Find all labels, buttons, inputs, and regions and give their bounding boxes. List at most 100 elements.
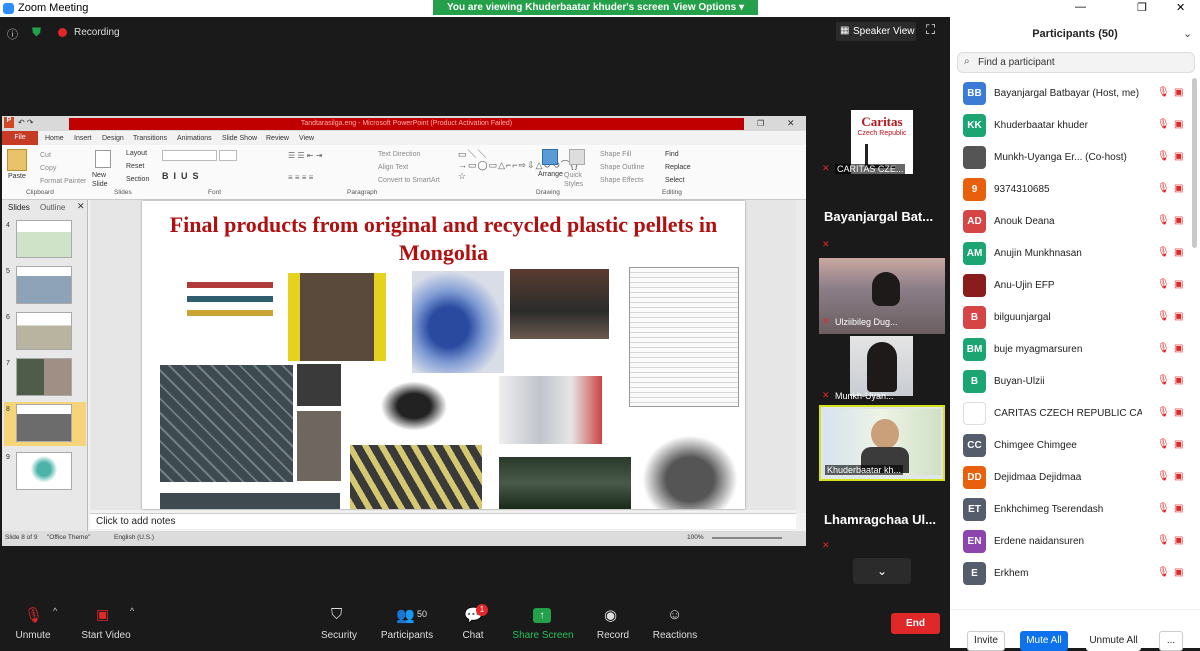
quick-styles-label[interactable]: Quick Styles — [564, 171, 588, 189]
tab-insert[interactable]: Insert — [74, 135, 92, 142]
tab-transitions[interactable]: Transitions — [133, 135, 167, 142]
more-button[interactable]: ... — [1159, 631, 1183, 651]
participants-button[interactable]: Participants — [378, 630, 436, 641]
participant-row[interactable]: AM Anujin Munkhnasan 🎙 ▣ — [950, 238, 1190, 270]
slide-thumbnail-current[interactable] — [16, 404, 72, 442]
video-tile-lhamragchaa[interactable]: Lhamragchaa Ul... ✕ — [819, 488, 945, 564]
paste-label[interactable]: Paste — [8, 173, 26, 180]
slide-thumbnail[interactable] — [16, 452, 72, 490]
audio-options-chevron-icon[interactable]: ^ — [53, 606, 57, 616]
tab-home[interactable]: Home — [45, 135, 64, 142]
participant-row[interactable]: DD Dejidmaa Dejidmaa 🎙 ▣ — [950, 462, 1190, 494]
ppt-close-icon[interactable]: ✕ — [787, 118, 795, 129]
convert-smartart-button[interactable]: Convert to SmartArt — [378, 177, 440, 184]
participant-row[interactable]: Munkh-Uyanga Er... (Co-host) 🎙 ▣ — [950, 142, 1190, 174]
reactions-button[interactable]: Reactions — [650, 630, 700, 641]
outline-pane-tab[interactable]: Outline — [40, 203, 65, 212]
shapes-gallery[interactable]: ▭＼＼→▭◯▭△⌐⌐⇨⇩△↺⟲⌒{}☆ — [458, 149, 578, 182]
undo-icon[interactable]: ↶ ↷ — [18, 118, 34, 127]
security-shield-icon[interactable]: ⛉ — [331, 606, 342, 623]
slide-thumbnail[interactable] — [16, 220, 72, 258]
mic-muted-icon[interactable]: 🎙 — [24, 606, 43, 624]
participant-row[interactable]: EN Erdene naidansuren 🎙 ▣ — [950, 526, 1190, 558]
tab-animations[interactable]: Animations — [177, 135, 212, 142]
participant-row[interactable]: Bbilguunjargal 🎙 ▣ — [950, 302, 1190, 334]
align-icons[interactable]: ≡ ≡ ≡ ≡ — [288, 173, 313, 182]
slide-thumbnail[interactable] — [16, 358, 72, 396]
video-tile-ulziibileg[interactable]: ✕ Ulziibileg Dug... — [819, 258, 945, 334]
copy-button[interactable]: Copy — [40, 165, 56, 172]
participant-row[interactable]: KK Khuderbaatar khuder 🎙 ▣ — [950, 110, 1190, 142]
participant-row[interactable]: B Buyan-Ulzii 🎙 ▣ — [950, 366, 1190, 398]
reactions-icon[interactable]: ☺ — [667, 606, 682, 623]
reset-button[interactable]: Reset — [126, 163, 144, 170]
arrange-icon[interactable] — [542, 149, 558, 165]
view-options-button[interactable]: View Options ▾ — [673, 2, 744, 13]
zoom-slider[interactable] — [712, 537, 782, 539]
shield-icon[interactable]: ⛊ — [32, 25, 41, 40]
participants-icon[interactable]: 👥 — [396, 606, 415, 624]
unmute-all-button[interactable]: Unmute All — [1086, 631, 1141, 651]
slides-pane-tab[interactable]: Slides — [8, 203, 30, 212]
invite-button[interactable]: Invite — [967, 631, 1005, 651]
bullets-icon[interactable]: ☰ ☰ ⇤ ⇥ — [288, 151, 322, 160]
fullscreen-icon[interactable]: ⛶ — [926, 22, 935, 38]
mute-all-button[interactable]: Mute All — [1020, 631, 1068, 651]
notes-pane[interactable]: Click to add notes — [90, 513, 796, 529]
share-screen-button[interactable]: Share Screen — [510, 630, 576, 641]
video-tile-munkh-uyanga[interactable]: ✕ Munkh-Uyan... — [819, 335, 945, 411]
paste-icon[interactable] — [7, 149, 27, 171]
shape-fill-button[interactable]: Shape Fill — [600, 151, 631, 158]
align-text-button[interactable]: Align Text — [378, 164, 408, 171]
tab-design[interactable]: Design — [102, 135, 124, 142]
video-tile-caritas[interactable]: Caritas Czech Republic ✕ CARITAS CZE... — [819, 108, 945, 184]
record-button[interactable]: Record — [594, 630, 632, 641]
cut-button[interactable]: Cut — [40, 152, 51, 159]
font-size-input[interactable] — [219, 150, 237, 161]
new-slide-icon[interactable] — [95, 150, 111, 168]
start-video-button[interactable]: Start Video — [75, 630, 137, 641]
format-painter-button[interactable]: Format Painter — [40, 178, 86, 185]
slide-thumbnail[interactable] — [16, 266, 72, 304]
quick-styles-icon[interactable] — [569, 149, 585, 165]
vertical-scrollbar[interactable] — [796, 200, 806, 513]
video-options-chevron-icon[interactable]: ^ — [130, 606, 134, 616]
unmute-button[interactable]: Unmute — [11, 630, 55, 641]
shape-effects-button[interactable]: Shape Effects — [600, 177, 643, 184]
section-button[interactable]: Section — [126, 176, 149, 183]
pane-close-icon[interactable]: ✕ — [77, 201, 85, 212]
participant-row[interactable]: Anu-Ujin EFP 🎙 ▣ — [950, 270, 1190, 302]
participant-row[interactable]: AD Anouk Deana 🎙 ▣ — [950, 206, 1190, 238]
tab-file[interactable]: File — [2, 131, 38, 145]
share-screen-icon[interactable]: ↑ — [533, 608, 551, 623]
participant-row[interactable]: BB Bayanjargal Batbayar (Host, me) 🎙 ▣ — [950, 78, 1190, 110]
tab-review[interactable]: Review — [266, 135, 289, 142]
video-tile-bayanjargal[interactable]: Bayanjargal Bat... ✕ — [819, 183, 945, 259]
end-meeting-button[interactable]: End — [891, 613, 940, 634]
new-slide-label[interactable]: New Slide — [92, 171, 116, 189]
find-button[interactable]: Find — [665, 151, 679, 158]
speaker-view-button[interactable]: ▦ Speaker View — [836, 22, 916, 41]
text-direction-button[interactable]: Text Direction — [378, 151, 420, 158]
replace-button[interactable]: Replace — [665, 164, 691, 171]
chat-button[interactable]: Chat — [458, 630, 488, 641]
panel-scrollbar[interactable] — [1192, 78, 1197, 248]
layout-button[interactable]: Layout — [126, 150, 147, 157]
select-button[interactable]: Select — [665, 177, 684, 184]
panel-options-icon[interactable]: ⌄ — [1183, 27, 1192, 40]
tab-slide-show[interactable]: Slide Show — [222, 135, 257, 142]
slide-thumbnail[interactable] — [16, 312, 72, 350]
record-icon[interactable]: ◉ — [604, 606, 617, 624]
participant-row[interactable]: 9 9374310685 🎙 ▣ — [950, 174, 1190, 206]
participant-row[interactable]: CARITAS CZECH REPUBLIC CARIT... 🎙 ▣ — [950, 398, 1190, 430]
participant-search-input[interactable]: ⌕ Find a participant — [957, 52, 1195, 73]
font-format-buttons[interactable]: BIUS — [162, 171, 204, 181]
participant-row[interactable]: E Erkhem 🎙 ▣ — [950, 558, 1190, 590]
participant-row[interactable]: CC Chimgee Chimgee 🎙 ▣ — [950, 430, 1190, 462]
arrange-label[interactable]: Arrange — [538, 171, 563, 178]
font-name-input[interactable] — [162, 150, 217, 161]
minimize-icon[interactable]: — — [1075, 1, 1086, 13]
video-tile-khuderbaatar-active[interactable]: Khuderbaatar kh... — [819, 405, 945, 481]
close-icon[interactable]: ✕ — [1176, 1, 1185, 14]
video-off-icon[interactable]: ▣ — [96, 606, 109, 623]
